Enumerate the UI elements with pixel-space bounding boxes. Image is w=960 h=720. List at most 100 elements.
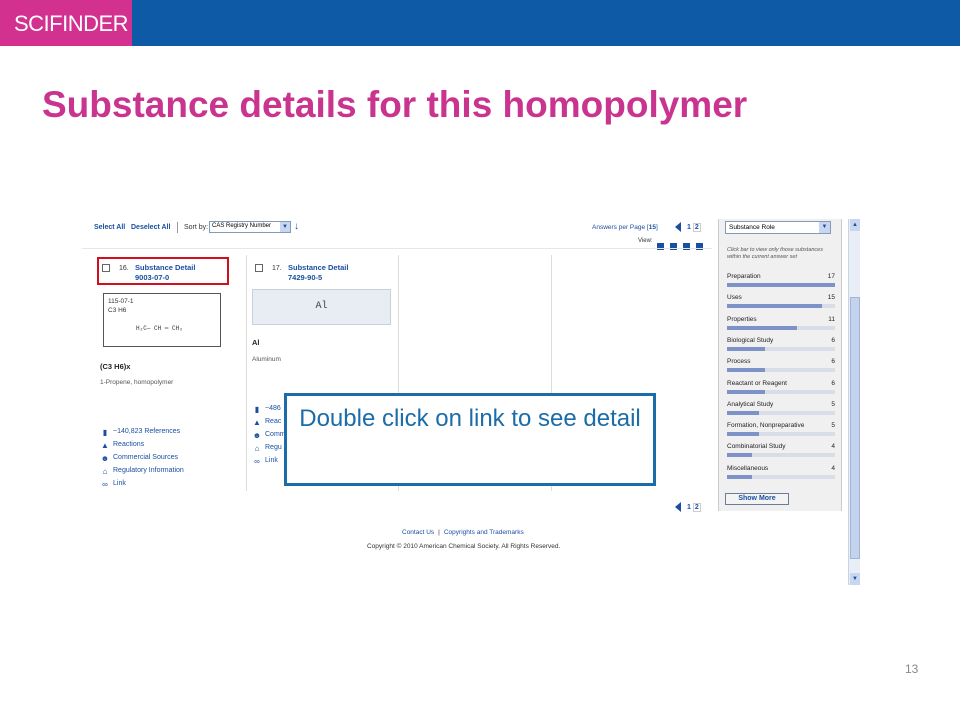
top-banner [0,0,960,46]
substance-name: Aluminum [252,356,281,363]
sort-direction-icon[interactable]: ↓ [294,221,299,232]
select-all-link[interactable]: Select All [94,224,125,231]
role-item[interactable]: Combinatorial Study 4 [727,443,837,463]
role-bar-fill [727,432,759,437]
role-name: Miscellaneous [727,464,769,472]
page-1[interactable]: 1 [687,224,691,231]
role-bar[interactable] [727,368,835,373]
page-1[interactable]: 1 [687,504,691,511]
document-icon: ▮ [254,405,260,414]
role-count: 5 [831,400,835,408]
role-name: Reactant or Reagent [727,379,787,387]
role-bar[interactable] [727,283,835,287]
role-count: 6 [831,358,835,366]
link-label: ~140,823 References [113,428,181,435]
view-options [657,237,709,255]
role-name: Formation, Nonpreparative [727,422,805,430]
prev-page-icon[interactable] [675,502,681,512]
people-icon: ☻ [252,431,262,440]
contact-us-link[interactable]: Contact Us [402,529,434,536]
result-checkbox[interactable] [255,264,263,272]
scroll-up-icon[interactable]: ▲ [850,219,860,231]
structure-cas: 115-07-1 [108,298,134,305]
role-bar[interactable] [727,453,835,458]
role-bar[interactable] [727,432,835,437]
building-icon: ⌂ [254,444,260,453]
view-label: View: [638,238,653,244]
substance-detail-label: Substance Detail [288,263,349,272]
link-label: Link [265,457,278,464]
role-item[interactable]: Analytical Study 5 [727,401,837,421]
role-item[interactable]: Formation, Nonpreparative 5 [727,422,837,442]
link-label: Comm [265,431,286,438]
footer-links: Contact Us | Copyrights and Trademarks [402,529,524,536]
show-more-button[interactable]: Show More [725,493,789,505]
role-bar[interactable] [727,304,835,309]
role-count: 17 [827,273,835,280]
top-pager: 12 [675,222,701,232]
results-toolbar: Select All Deselect All Sort by: CAS Reg… [82,219,718,237]
toolbar-separator [177,222,178,233]
role-item[interactable]: Properties 11 [727,316,837,336]
role-bar[interactable] [727,325,835,330]
role-bar-fill [727,453,753,458]
role-bar-fill [727,389,766,394]
answers-close: ] [655,224,658,231]
page-2[interactable]: 2 [692,502,701,512]
role-item[interactable]: Uses 15 [727,294,837,314]
role-bar-fill [727,304,823,309]
role-bar-fill [727,410,759,415]
deselect-all-link[interactable]: Deselect All [131,224,170,231]
role-count: 15 [827,294,835,302]
commercial-sources-link[interactable]: ☻ Commercial Sources [100,451,240,464]
result-checkbox[interactable] [102,264,110,272]
link-label: Reactions [113,441,145,448]
references-link[interactable]: ▮ ~140,823 References [100,425,240,438]
role-item[interactable]: Reactant or Reagent 6 [727,380,837,400]
flask-icon: ▲ [101,441,109,450]
footer-separator: | [438,529,440,536]
reactions-link[interactable]: ▲ Reactions [100,438,240,451]
scroll-thumb[interactable] [850,297,860,559]
structure-diagram[interactable]: Al [252,289,391,325]
role-name: Combinatorial Study [727,443,786,451]
link-label: Reac [265,418,282,425]
page-2[interactable]: 2 [692,222,701,232]
prev-page-icon[interactable] [675,222,681,232]
analyze-by-value: Substance Role [729,224,775,231]
role-name: Process [727,358,751,366]
analyze-by-select[interactable]: Substance Role ▼ [725,221,831,234]
role-name: Analytical Study [727,400,774,408]
regulatory-link[interactable]: ⌂ Regulatory Information [100,464,240,477]
role-count: 6 [831,379,835,387]
structure-diagram[interactable]: 115-07-1 C3 H6 H₂C— CH ═ CH₂ [103,293,221,347]
role-bar-fill [727,368,766,373]
column-divider [246,255,247,491]
flask-icon: ▲ [253,418,261,427]
role-item[interactable]: Preparation 17 [727,273,837,293]
answers-value[interactable]: 15 [649,224,656,231]
role-bar[interactable] [727,389,835,394]
sort-by-select[interactable]: CAS Registry Number ▼ [209,221,291,233]
role-name: Properties [727,315,757,323]
role-item[interactable]: Biological Study 6 [727,337,837,357]
answers-per-page: Answers per Page [15] [592,224,658,231]
role-count: 4 [831,443,835,451]
link-link[interactable]: ∞ Link [100,477,240,490]
role-count: 4 [831,464,835,472]
link-label: Commercial Sources [113,454,178,461]
scrollbar[interactable]: ▲ ▼ [848,219,860,585]
role-item[interactable]: Process 6 [727,358,837,378]
substance-detail-link[interactable]: Substance Detail 9003-07-0 [135,263,195,283]
role-bar[interactable] [727,410,835,415]
role-bar[interactable] [727,346,835,351]
role-bar-fill [727,474,753,479]
slide: SCIFINDER Substance details for this hom… [0,0,960,720]
role-item[interactable]: Miscellaneous 4 [727,465,837,485]
role-bar[interactable] [727,474,835,479]
substance-detail-link[interactable]: Substance Detail 7429-90-5 [288,263,348,283]
scroll-down-icon[interactable]: ▼ [850,573,860,585]
copyrights-link[interactable]: Copyrights and Trademarks [444,529,524,536]
slide-number: 13 [905,662,919,676]
role-count: 11 [828,315,835,323]
